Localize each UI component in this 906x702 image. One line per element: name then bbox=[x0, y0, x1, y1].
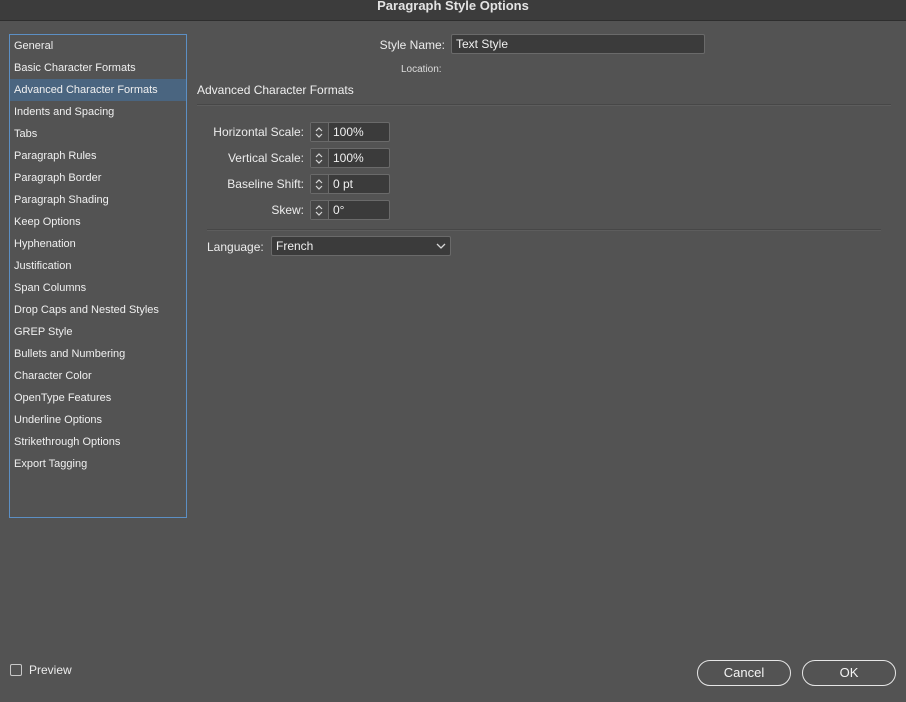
skew-value[interactable]: 0° bbox=[329, 201, 389, 219]
sidebar-item-bullets-and-numbering[interactable]: Bullets and Numbering bbox=[10, 343, 186, 365]
vertical-scale-stepper[interactable]: 100% bbox=[310, 148, 390, 168]
style-name-label: Style Name: bbox=[379, 38, 445, 52]
baseline-shift-label: Baseline Shift: bbox=[227, 177, 304, 191]
sidebar-item-drop-caps-and-nested-styles[interactable]: Drop Caps and Nested Styles bbox=[10, 299, 186, 321]
vertical-scale-value[interactable]: 100% bbox=[329, 149, 389, 167]
stepper-arrows-icon[interactable] bbox=[311, 201, 329, 219]
sidebar-item-paragraph-border[interactable]: Paragraph Border bbox=[10, 167, 186, 189]
baseline-shift-stepper[interactable]: 0 pt bbox=[310, 174, 390, 194]
sidebar-item-strikethrough-options[interactable]: Strikethrough Options bbox=[10, 431, 186, 453]
sidebar-item-underline-options[interactable]: Underline Options bbox=[10, 409, 186, 431]
stepper-arrows-icon[interactable] bbox=[311, 149, 329, 167]
sidebar-item-paragraph-rules[interactable]: Paragraph Rules bbox=[10, 145, 186, 167]
sidebar-item-opentype-features[interactable]: OpenType Features bbox=[10, 387, 186, 409]
preview-checkbox[interactable] bbox=[10, 664, 22, 676]
category-list[interactable]: General Basic Character Formats Advanced… bbox=[9, 34, 187, 518]
sidebar-item-basic-character-formats[interactable]: Basic Character Formats bbox=[10, 57, 186, 79]
preview-label: Preview bbox=[29, 663, 72, 677]
paragraph-style-options-dialog: Paragraph Style Options General Basic Ch… bbox=[0, 0, 906, 702]
baseline-shift-value[interactable]: 0 pt bbox=[329, 175, 389, 193]
sidebar-item-grep-style[interactable]: GREP Style bbox=[10, 321, 186, 343]
sidebar-item-span-columns[interactable]: Span Columns bbox=[10, 277, 186, 299]
horizontal-scale-label: Horizontal Scale: bbox=[213, 125, 304, 139]
sidebar-item-character-color[interactable]: Character Color bbox=[10, 365, 186, 387]
sidebar-item-paragraph-shading[interactable]: Paragraph Shading bbox=[10, 189, 186, 211]
style-name-input[interactable]: Text Style bbox=[451, 34, 705, 54]
stepper-arrows-icon[interactable] bbox=[311, 123, 329, 141]
horizontal-scale-stepper[interactable]: 100% bbox=[310, 122, 390, 142]
location-label: Location: bbox=[401, 64, 442, 75]
skew-stepper[interactable]: 0° bbox=[310, 200, 390, 220]
chevron-down-icon bbox=[436, 243, 446, 249]
window-title: Paragraph Style Options bbox=[0, 0, 906, 21]
sidebar-item-export-tagging[interactable]: Export Tagging bbox=[10, 453, 186, 475]
horizontal-scale-value[interactable]: 100% bbox=[329, 123, 389, 141]
language-select[interactable]: French bbox=[271, 236, 451, 256]
cancel-button[interactable]: Cancel bbox=[697, 660, 791, 686]
sidebar-item-keep-options[interactable]: Keep Options bbox=[10, 211, 186, 233]
sidebar-item-hyphenation[interactable]: Hyphenation bbox=[10, 233, 186, 255]
section-title: Advanced Character Formats bbox=[197, 83, 354, 97]
sidebar-item-indents-and-spacing[interactable]: Indents and Spacing bbox=[10, 101, 186, 123]
language-label: Language: bbox=[207, 240, 264, 254]
sidebar-item-justification[interactable]: Justification bbox=[10, 255, 186, 277]
ok-button[interactable]: OK bbox=[802, 660, 896, 686]
stepper-arrows-icon[interactable] bbox=[311, 175, 329, 193]
language-divider bbox=[207, 229, 881, 231]
language-select-value: French bbox=[276, 239, 314, 253]
sidebar-item-tabs[interactable]: Tabs bbox=[10, 123, 186, 145]
section-divider bbox=[197, 104, 891, 106]
sidebar-item-general[interactable]: General bbox=[10, 35, 186, 57]
sidebar-item-advanced-character-formats[interactable]: Advanced Character Formats bbox=[10, 79, 186, 101]
preview-toggle[interactable]: Preview bbox=[10, 663, 72, 677]
skew-label: Skew: bbox=[271, 203, 304, 217]
vertical-scale-label: Vertical Scale: bbox=[227, 151, 304, 165]
